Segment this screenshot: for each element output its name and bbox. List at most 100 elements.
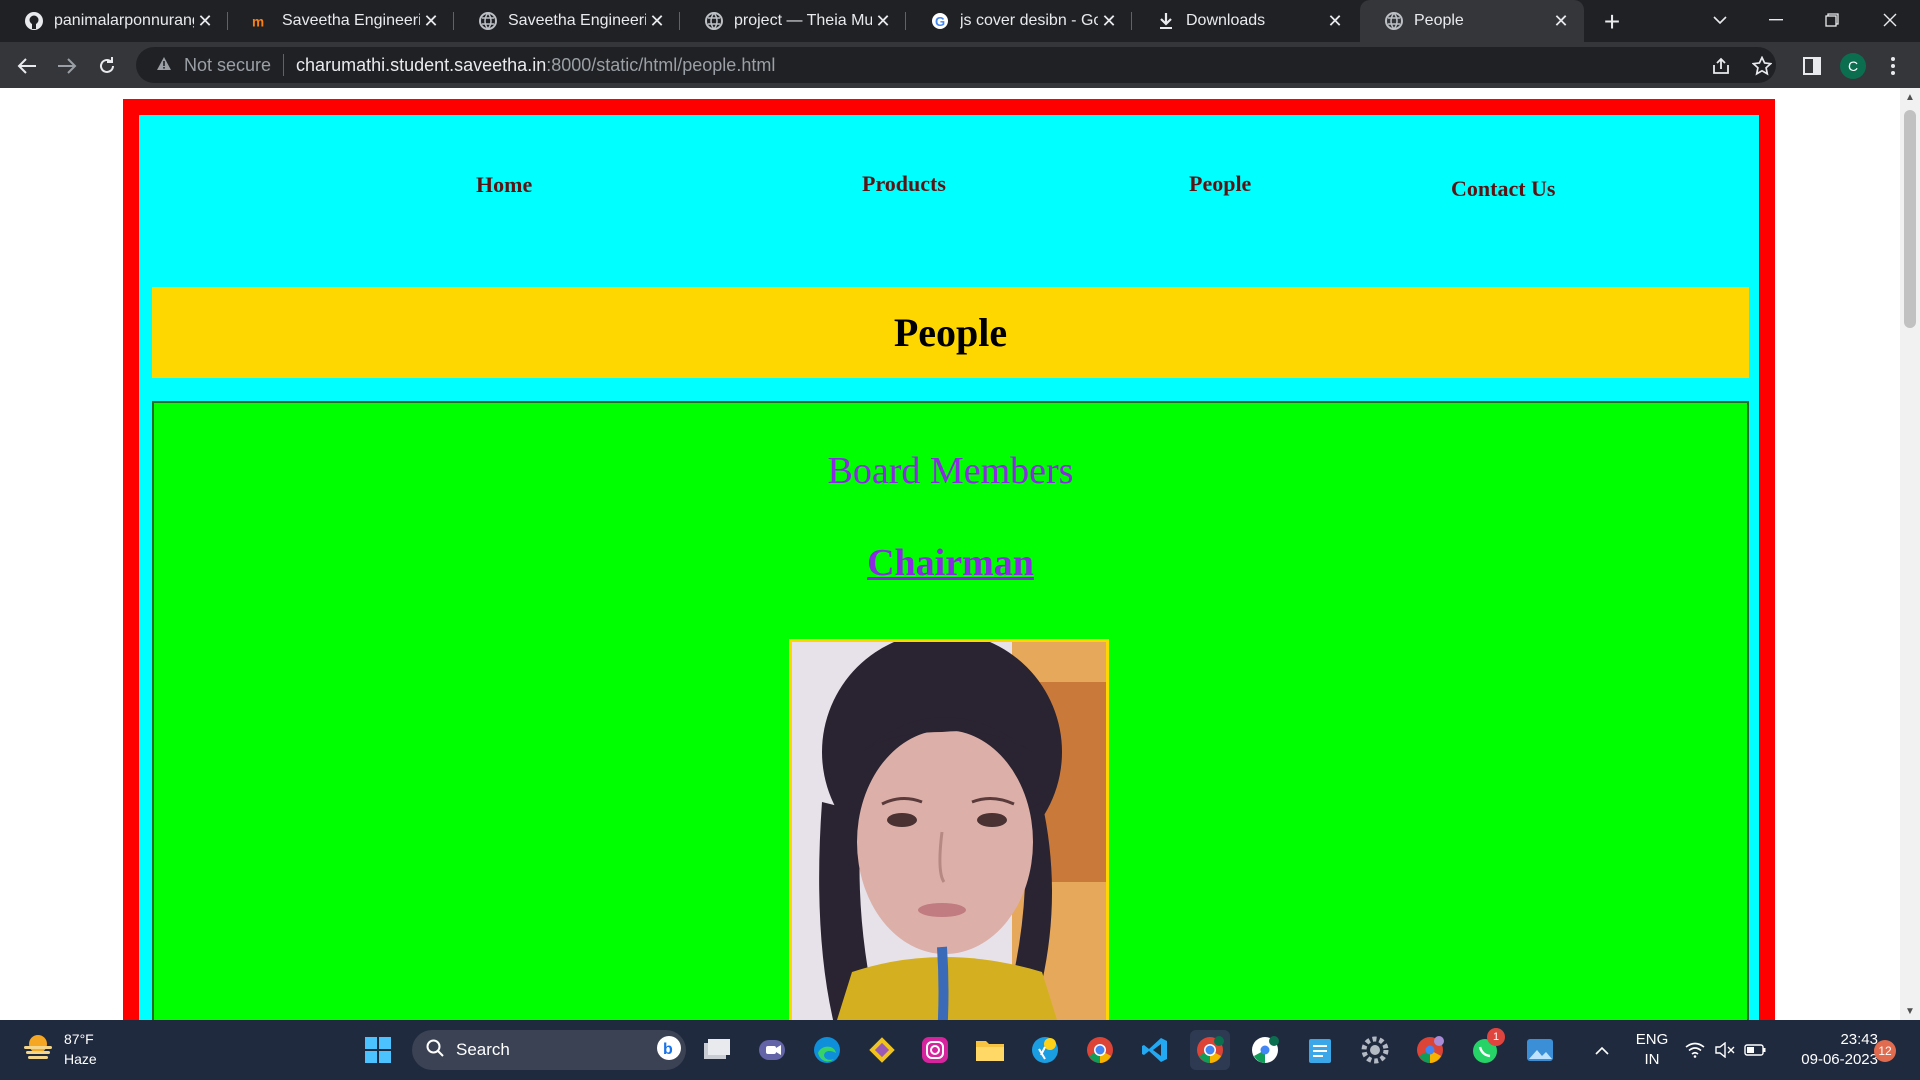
minimize-icon[interactable] bbox=[1748, 0, 1804, 40]
globe-icon bbox=[1384, 11, 1404, 31]
speaker-muted-icon[interactable] bbox=[1710, 1030, 1740, 1070]
weather-condition: Haze bbox=[64, 1051, 97, 1067]
scroll-up-icon[interactable]: ▲ bbox=[1900, 88, 1920, 106]
clock[interactable]: 23:43 09-06-2023 bbox=[1778, 1030, 1878, 1070]
wifi-icon[interactable] bbox=[1680, 1030, 1710, 1070]
profile-initial: C bbox=[1840, 53, 1866, 79]
vertical-scrollbar[interactable]: ▲ ▼ bbox=[1900, 88, 1920, 1020]
github-icon bbox=[24, 11, 44, 31]
battery-icon[interactable] bbox=[1740, 1030, 1770, 1070]
chrome-profile-c2-icon[interactable] bbox=[1245, 1030, 1285, 1070]
chrome-profile-icon[interactable] bbox=[1410, 1030, 1450, 1070]
svg-text:G: G bbox=[935, 14, 945, 29]
search-label: Search bbox=[456, 1040, 510, 1059]
search-icon bbox=[426, 1039, 444, 1062]
kebab-menu-icon[interactable] bbox=[1876, 49, 1910, 83]
photos-icon[interactable] bbox=[1520, 1030, 1560, 1070]
page-frame: Home Products People Contact Us People B… bbox=[123, 99, 1775, 1020]
tab-saveetha-2[interactable]: Saveetha Engineering ✕ bbox=[454, 0, 680, 42]
security-label[interactable]: Not secure bbox=[184, 55, 271, 76]
language-line1: ENG bbox=[1635, 1031, 1669, 1048]
page-banner: People bbox=[152, 287, 1749, 378]
url-path: :8000/static/html/people.html bbox=[546, 54, 776, 75]
tab-title: People bbox=[1414, 12, 1464, 29]
bookmark-star-icon[interactable] bbox=[1745, 49, 1779, 83]
nav-products[interactable]: Products bbox=[862, 171, 946, 197]
vscode-icon[interactable] bbox=[1135, 1030, 1175, 1070]
tab-downloads[interactable]: Downloads ✕ bbox=[1132, 0, 1358, 42]
tab-google[interactable]: G js cover desibn - Goo ✕ bbox=[906, 0, 1132, 42]
close-icon[interactable]: ✕ bbox=[872, 10, 894, 32]
svg-text:b: b bbox=[663, 1041, 673, 1058]
whatsapp-badge: 1 bbox=[1487, 1028, 1505, 1046]
notification-count-badge[interactable]: 12 bbox=[1874, 1040, 1896, 1062]
section-title: Board Members bbox=[827, 450, 1074, 492]
tab-strip: panimalarponnuranga ✕ m Saveetha Enginee… bbox=[0, 0, 1920, 42]
close-icon[interactable]: ✕ bbox=[646, 10, 668, 32]
scroll-down-icon[interactable]: ▼ bbox=[1900, 1002, 1920, 1020]
top-nav: Home Products People Contact Us bbox=[139, 115, 1759, 265]
back-arrow-icon[interactable] bbox=[10, 49, 44, 83]
close-icon[interactable]: ✕ bbox=[194, 10, 216, 32]
tab-title: Downloads bbox=[1186, 12, 1266, 29]
close-icon[interactable]: ✕ bbox=[1098, 10, 1120, 32]
tab-title: panimalarponnuranga bbox=[54, 12, 194, 29]
close-icon[interactable]: ✕ bbox=[1550, 10, 1572, 32]
chrome-icon[interactable] bbox=[1080, 1030, 1120, 1070]
google-icon: G bbox=[930, 11, 950, 31]
tray-chevron-up-icon[interactable] bbox=[1582, 1030, 1622, 1070]
url-host: charumathi.student.saveetha.in bbox=[296, 54, 547, 75]
address-bar[interactable]: Not secure charumathi.student.saveetha.i… bbox=[136, 47, 1776, 83]
nav-people[interactable]: People bbox=[1189, 171, 1251, 197]
globe-icon bbox=[478, 11, 498, 31]
restore-icon[interactable] bbox=[1804, 0, 1860, 40]
haze-weather-icon bbox=[22, 1032, 54, 1067]
tab-theia[interactable]: project — Theia Multi ✕ bbox=[680, 0, 906, 42]
settings-gear-icon[interactable] bbox=[1355, 1030, 1395, 1070]
share-icon[interactable] bbox=[1704, 49, 1738, 83]
close-icon[interactable]: ✕ bbox=[420, 10, 442, 32]
warning-icon[interactable] bbox=[156, 55, 172, 76]
tab-people-active[interactable]: People ✕ bbox=[1360, 0, 1584, 42]
weather-temp: 87°F bbox=[64, 1031, 94, 1047]
forward-arrow-icon[interactable] bbox=[50, 49, 84, 83]
weather-app-icon[interactable] bbox=[1025, 1030, 1065, 1070]
page-title: People bbox=[893, 310, 1008, 355]
weather-widget[interactable]: 87°F Haze bbox=[22, 1029, 97, 1069]
file-explorer-icon[interactable] bbox=[970, 1030, 1010, 1070]
tab-moodle-1[interactable]: m Saveetha Engineering ✕ bbox=[228, 0, 454, 42]
taskbar-search[interactable]: Search b bbox=[412, 1030, 686, 1070]
chairman-photo bbox=[789, 639, 1109, 1020]
tab-github[interactable]: panimalarponnuranga ✕ bbox=[0, 0, 228, 42]
nav-home[interactable]: Home bbox=[476, 172, 532, 198]
nav-contact-us[interactable]: Contact Us bbox=[1451, 176, 1556, 202]
windows-start-icon[interactable] bbox=[358, 1030, 398, 1070]
tab-title: js cover desibn - Goo bbox=[960, 12, 1098, 29]
clock-date: 09-06-2023 bbox=[1801, 1051, 1878, 1068]
tab-title: Saveetha Engineering bbox=[508, 12, 646, 29]
edge-icon[interactable] bbox=[807, 1030, 847, 1070]
new-tab-button[interactable]: + bbox=[1596, 6, 1628, 38]
tab-title: project — Theia Multi bbox=[734, 12, 872, 29]
notepad-icon[interactable] bbox=[1300, 1030, 1340, 1070]
profile-avatar[interactable]: C bbox=[1836, 49, 1870, 83]
reload-icon[interactable] bbox=[90, 49, 124, 83]
close-window-icon[interactable] bbox=[1862, 0, 1918, 40]
globe-icon bbox=[704, 11, 724, 31]
task-view-icon[interactable] bbox=[697, 1030, 737, 1070]
instagram-icon[interactable] bbox=[915, 1030, 955, 1070]
teams-chat-icon[interactable] bbox=[752, 1030, 792, 1070]
git-icon[interactable] bbox=[862, 1030, 902, 1070]
svg-text:m: m bbox=[252, 14, 264, 29]
chrome-profile-c-icon[interactable] bbox=[1190, 1030, 1230, 1070]
role-title[interactable]: Chairman bbox=[154, 541, 1747, 585]
scrollbar-thumb[interactable] bbox=[1904, 110, 1916, 328]
tab-search-chevron-icon[interactable] bbox=[1692, 0, 1748, 40]
whatsapp-icon[interactable]: 1 bbox=[1465, 1028, 1505, 1070]
close-icon[interactable]: ✕ bbox=[1324, 10, 1346, 32]
language-line2: IN bbox=[1644, 1051, 1660, 1068]
tab-title: Saveetha Engineering bbox=[282, 12, 420, 29]
side-panel-icon[interactable] bbox=[1795, 49, 1829, 83]
language-indicator[interactable]: ENG IN bbox=[1632, 1030, 1672, 1070]
page-viewport: Home Products People Contact Us People B… bbox=[0, 88, 1900, 1020]
